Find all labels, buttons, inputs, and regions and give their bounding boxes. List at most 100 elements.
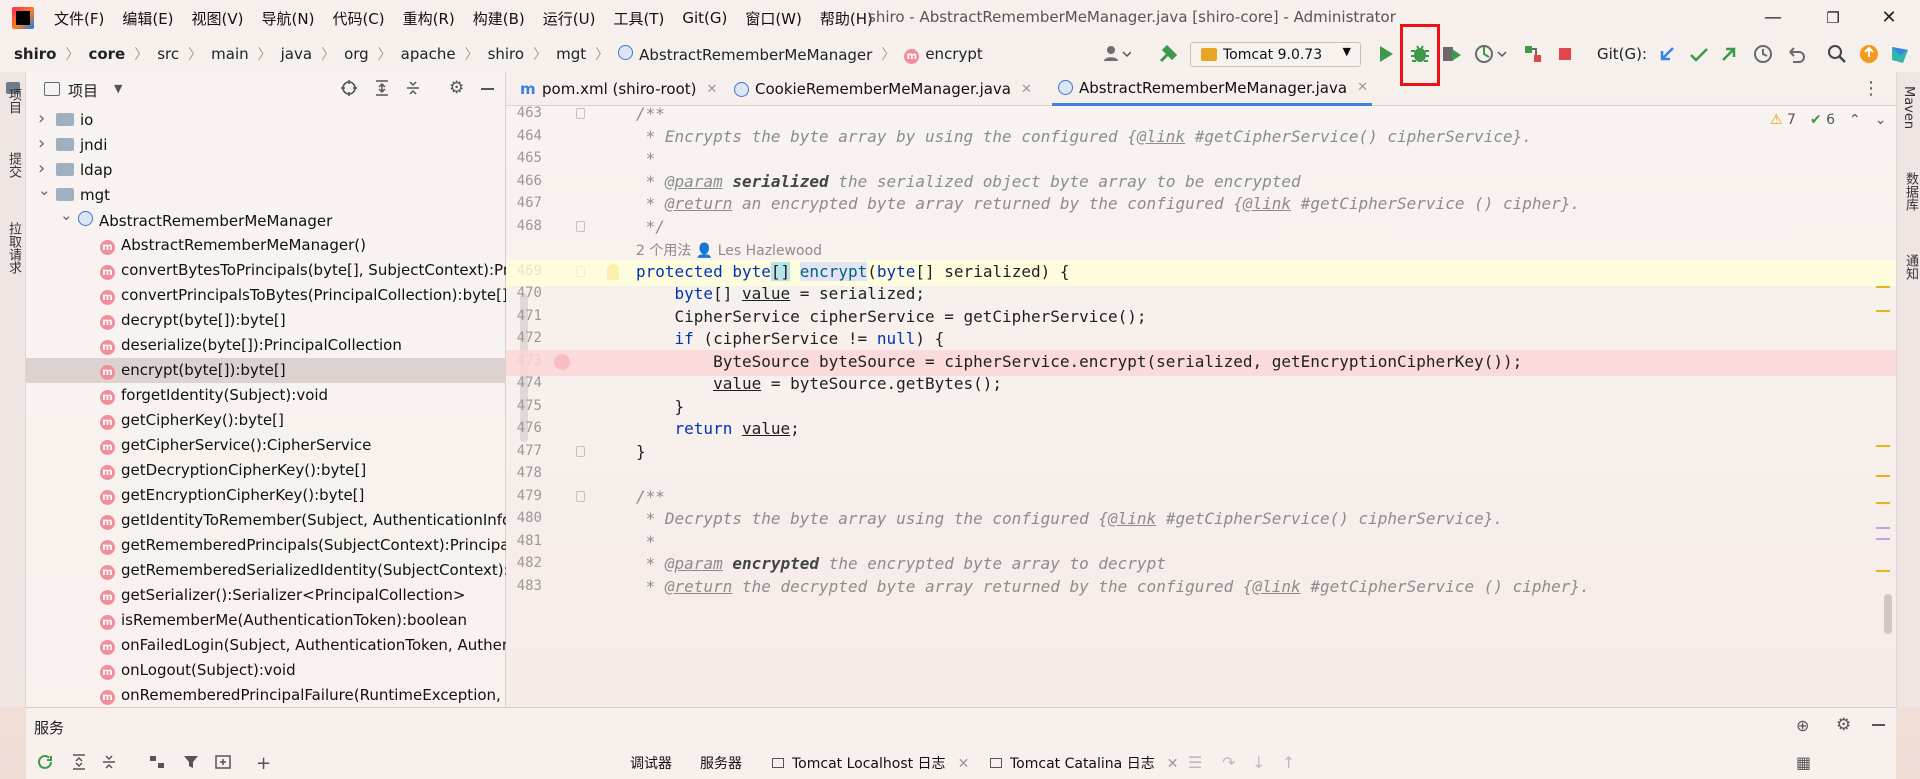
line-number[interactable]: 474 [506,375,542,391]
menu-item[interactable]: 导航(N) [262,8,315,29]
breadcrumb-item[interactable]: java [281,45,312,63]
tree-method-item[interactable]: m onLogout(Subject):void [26,658,506,683]
stop-icon[interactable] [1554,43,1576,65]
error-stripe-marker[interactable] [1876,286,1890,288]
breadcrumb-item[interactable]: org [344,45,369,63]
locate-icon[interactable] [340,79,358,97]
tree-method-item[interactable]: m onFailedLogin(Subject, AuthenticationTo… [26,633,506,658]
code-line[interactable]: CipherService cipherService = getCipherS… [636,307,1147,326]
close-tab-icon[interactable]: ✕ [1167,756,1179,772]
code-line[interactable]: /** [636,487,665,506]
git-push-icon[interactable] [1718,43,1740,65]
project-panel-title[interactable]: 项目 [68,80,98,101]
error-stripe-marker[interactable] [1876,527,1890,529]
refresh-icon[interactable] [36,753,54,771]
tree-method-item[interactable]: m getDecryptionCipherKey():byte[] [26,458,506,483]
update-available-icon[interactable] [1858,43,1880,65]
fold-marker-icon[interactable] [576,220,585,232]
close-tab-icon[interactable]: ✕ [1357,80,1368,95]
line-number[interactable]: 470 [506,285,542,301]
fold-marker-icon[interactable] [576,445,585,457]
breadcrumb-item[interactable]: shiro [488,45,525,63]
breadcrumb-item[interactable]: m encrypt [904,45,983,64]
tree-method-item[interactable]: m forgetIdentity(Subject):void [26,383,506,408]
line-number[interactable]: 463 [506,106,542,121]
error-stripe-marker[interactable] [1876,445,1890,447]
line-number[interactable]: 466 [506,173,542,189]
minimize-button[interactable]: — [1750,4,1796,32]
tree-method-item[interactable]: m getCipherService():CipherService [26,433,506,458]
error-stripe-marker[interactable] [1876,538,1890,540]
code-line[interactable]: } [636,442,646,461]
git-update-icon[interactable] [1656,43,1678,65]
code-line[interactable]: byte[] value = serialized; [636,284,925,303]
line-number[interactable]: 477 [506,443,542,459]
menu-item[interactable]: 视图(V) [192,8,244,29]
code-line[interactable]: * @param encrypted the encrypted byte ar… [636,554,1166,573]
left-tab-commit[interactable]: 提交 [4,152,23,178]
error-stripe-marker[interactable] [1876,310,1890,312]
chevron-right-icon[interactable]: › [38,158,45,179]
tab-cookie-remember-me-manager[interactable]: CookieRememberMeManager.java ✕ [734,72,1032,106]
run-configuration-select[interactable]: Tomcat 9.0.73 ▼ [1190,42,1361,67]
menu-item[interactable]: 构建(B) [473,8,525,29]
left-tab-project[interactable]: 项目 [4,88,23,114]
line-number[interactable]: 465 [506,150,542,166]
hide-panel-icon[interactable] [481,88,494,90]
add-icon[interactable]: + [256,753,274,774]
profiler-icon[interactable] [1474,43,1507,65]
code-line[interactable]: return value; [636,419,800,438]
menu-item[interactable]: 文件(F) [54,8,104,29]
right-tab-database[interactable]: 数据库 [1901,172,1920,211]
expand-all-icon[interactable] [70,753,88,771]
new-tab-icon[interactable] [214,753,232,771]
line-number[interactable]: 480 [506,510,542,526]
gear-icon[interactable]: ⚙ [1836,715,1851,735]
chevron-down-icon[interactable]: ⌄ [1875,112,1887,128]
search-icon[interactable] [1826,43,1848,65]
line-number[interactable]: 467 [506,195,542,211]
tree-method-item[interactable]: m encrypt(byte[]):byte[] [26,358,506,383]
close-tab-icon[interactable]: ✕ [706,82,717,97]
chevron-up-icon[interactable]: ⌃ [1849,112,1861,128]
code-line[interactable]: * @param serialized the serialized objec… [636,172,1301,191]
tree-method-item[interactable]: m getRememberedSerializedIdentity(Subject… [26,558,506,583]
code-line[interactable]: protected byte[] encrypt(byte[] serializ… [636,261,1070,281]
code-line[interactable]: ByteSource byteSource = cipherService.en… [636,352,1522,371]
build-hammer-icon[interactable] [1157,43,1179,65]
line-number[interactable]: 482 [506,555,542,571]
attach-debugger-icon[interactable] [1522,43,1544,65]
editor-scrollbar[interactable] [1884,594,1892,634]
chevron-down-icon[interactable]: ⌄ [38,183,51,199]
tab-server[interactable]: 服务器 [700,753,742,773]
tree-method-item[interactable]: m getEncryptionCipherKey():byte[] [26,483,506,508]
code-line[interactable]: } [636,397,685,416]
tab-pom-xml[interactable]: m pom.xml (shiro-root) ✕ [520,72,717,106]
breadcrumb-item[interactable]: core [88,45,125,63]
history-icon[interactable] [1752,43,1774,65]
tree-method-item[interactable]: m getCipherKey():byte[] [26,408,506,433]
code-editor[interactable]: 4634644654664674684694704714724734744754… [506,106,1896,707]
editor-gutter[interactable]: 4634644654664674684694704714724734744754… [506,106,619,707]
debug-step-icon[interactable]: ☰ [1188,753,1206,772]
inspection-counters[interactable]: ⚠ 7 ✔ 6 ⌃ ⌄ [1770,112,1887,128]
menu-item[interactable]: 重构(R) [403,8,455,29]
tree-method-item[interactable]: m convertBytesToPrincipals(byte[], Subjec… [26,258,506,283]
collapse-all-icon[interactable] [404,79,422,97]
tree-method-item[interactable]: m deserialize(byte[]):PrincipalCollection [26,333,506,358]
code-line[interactable]: * [636,532,656,551]
collapse-all-icon[interactable] [100,753,118,771]
code-vision-hint[interactable]: 2 个用法 👤 Les Hazlewood [636,240,822,260]
gear-icon[interactable]: ⚙ [449,78,464,98]
left-tab-pull-requests[interactable]: 拉取请求 [4,222,23,274]
tab-abstract-remember-me-manager[interactable]: AbstractRememberMeManager.java ✕ [1052,72,1372,106]
line-number[interactable]: 464 [506,128,542,144]
code-line[interactable]: * Decrypts the byte array using the conf… [636,509,1503,528]
tab-tomcat-catalina-log[interactable]: Tomcat Catalina 日志 ✕ [990,753,1178,773]
more-tabs-icon[interactable]: ⋮ [1862,78,1880,99]
line-number[interactable]: 483 [506,578,542,594]
line-number[interactable]: 471 [506,308,542,324]
close-tab-icon[interactable]: ✕ [958,756,970,772]
tab-debugger[interactable]: 调试器 [630,753,672,773]
code-line[interactable]: */ [636,217,665,236]
